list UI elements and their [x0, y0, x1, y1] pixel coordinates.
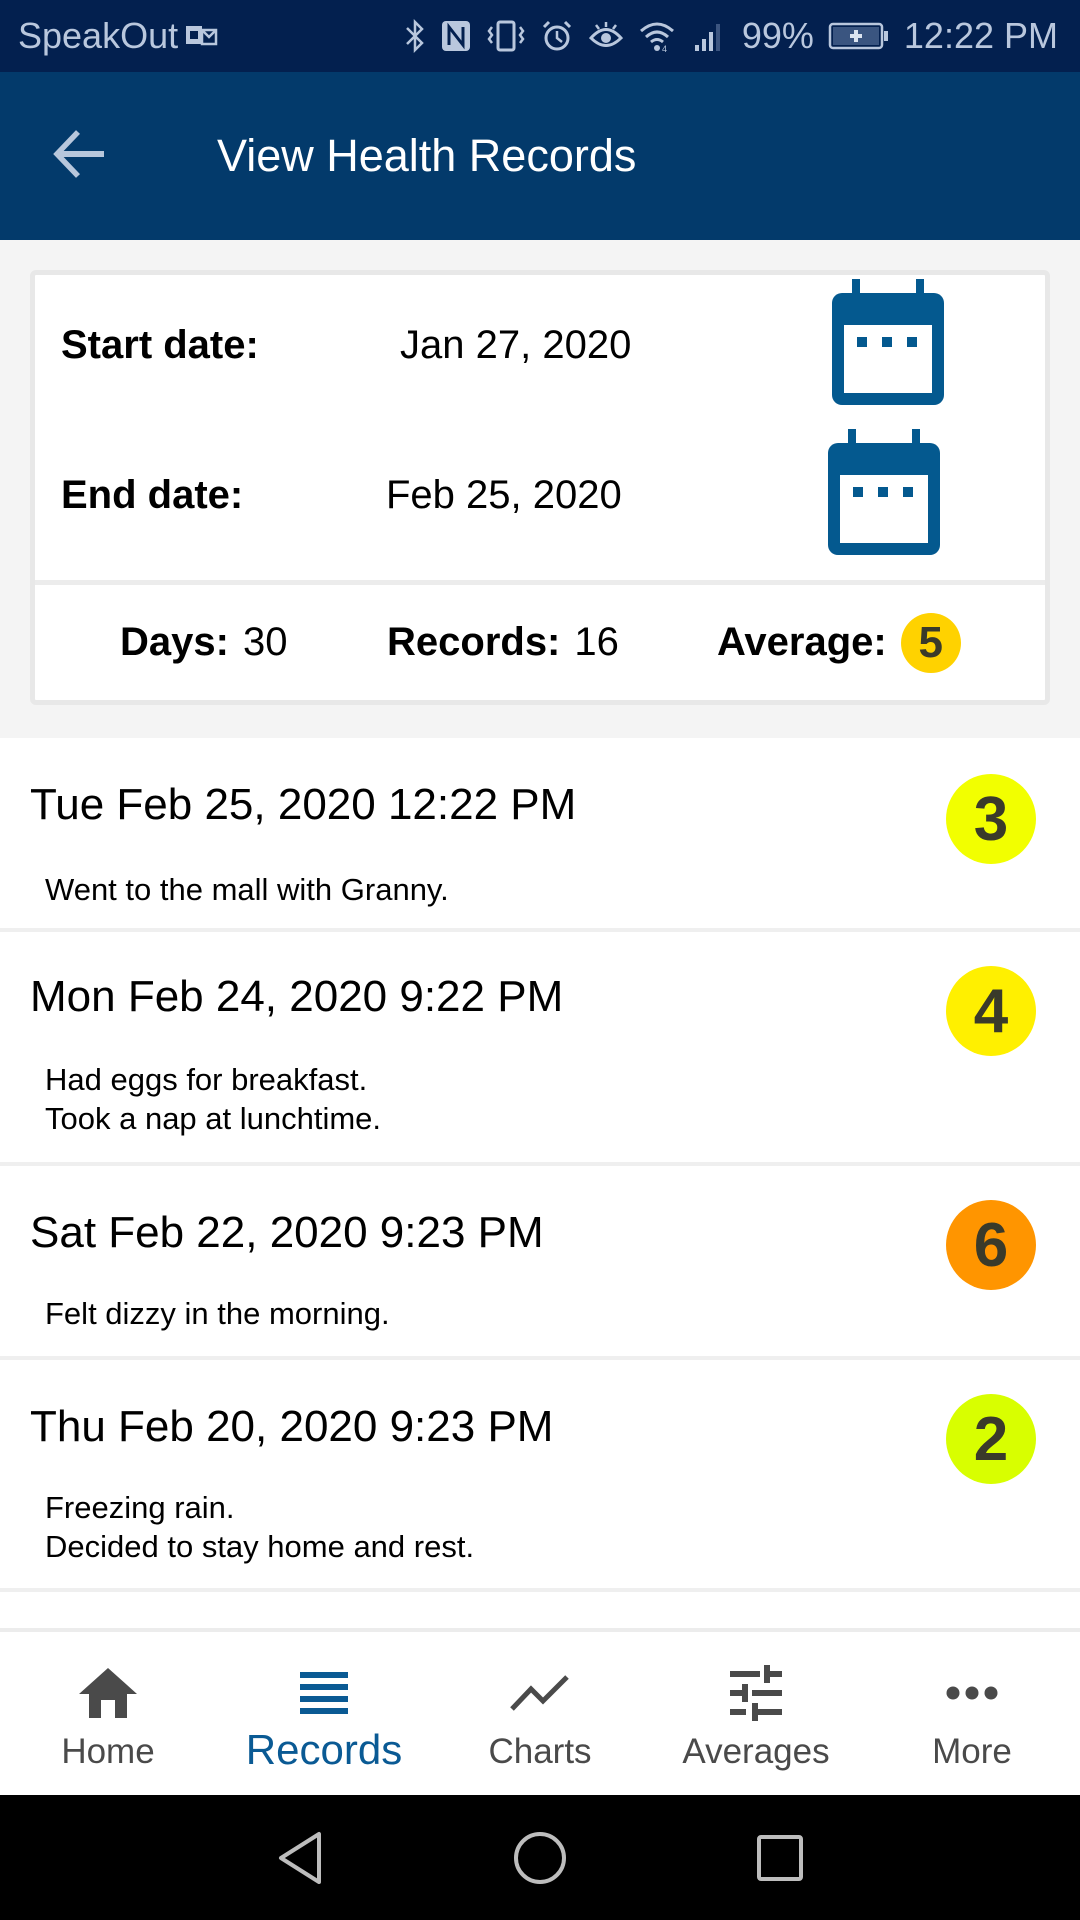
nav-label: More — [932, 1732, 1012, 1771]
nav-records[interactable]: Records — [216, 1632, 432, 1795]
start-date-label: Start date: — [61, 322, 259, 367]
record-note: Had eggs for breakfast. Took a nap at lu… — [45, 1062, 382, 1136]
vibrate-icon — [486, 19, 526, 53]
bottom-navigation: Home Records Charts Averages More — [0, 1628, 1080, 1795]
calendar-icon — [830, 279, 946, 409]
system-back-button[interactable] — [265, 1825, 335, 1895]
days-stat: Days: 30 — [120, 620, 287, 665]
average-badge: 5 — [900, 612, 961, 673]
record-datetime: Tue Feb 25, 2020 12:22 PM — [30, 780, 577, 829]
start-date-picker-button[interactable] — [830, 279, 946, 405]
record-datetime: Sat Feb 22, 2020 9:23 PM — [30, 1208, 544, 1257]
wifi-icon: 4 — [638, 19, 678, 53]
record-note: Freezing rain. Decided to stay home and … — [45, 1490, 475, 1564]
nav-averages[interactable]: Averages — [648, 1632, 864, 1795]
nav-label: Home — [61, 1732, 155, 1771]
sliders-icon — [728, 1660, 784, 1726]
nfc-icon — [440, 19, 472, 53]
days-label: Days: — [120, 620, 229, 664]
arrow-left-icon — [52, 128, 108, 185]
nav-home[interactable]: Home — [0, 1632, 216, 1795]
list-icon — [298, 1660, 350, 1726]
status-app-name: SpeakOut — [18, 15, 179, 56]
nav-charts[interactable]: Charts — [432, 1632, 648, 1795]
home-icon — [77, 1660, 139, 1726]
svg-text:4: 4 — [662, 44, 667, 53]
record-note: Went to the mall with Granny. — [45, 872, 449, 907]
record-item-partial[interactable] — [0, 1592, 1080, 1632]
record-datetime: Thu Feb 20, 2020 9:23 PM — [30, 1402, 554, 1451]
battery-percent: 99% — [741, 15, 814, 56]
score-badge: 4 — [946, 966, 1036, 1056]
nav-label: Records — [245, 1726, 403, 1773]
start-date-value[interactable]: Jan 27, 2020 — [400, 323, 631, 368]
record-item[interactable]: Thu Feb 20, 2020 9:23 PM Freezing rain. … — [0, 1360, 1080, 1592]
back-button[interactable] — [52, 106, 162, 206]
system-navigation-bar — [0, 1795, 1080, 1920]
calendar-icon — [826, 429, 942, 559]
records-value: 16 — [574, 620, 619, 664]
more-horizontal-icon — [946, 1660, 998, 1726]
end-date-label: End date: — [61, 472, 244, 517]
line-chart-icon — [509, 1660, 571, 1726]
days-value: 30 — [242, 620, 288, 664]
score-badge: 3 — [946, 774, 1036, 864]
battery-charging-icon — [828, 21, 890, 51]
records-stat: Records: 16 — [387, 620, 619, 665]
average-label: Average: — [717, 620, 887, 664]
system-recents-button[interactable] — [745, 1825, 815, 1895]
score-badge: 6 — [946, 1200, 1036, 1290]
end-date-picker-button[interactable] — [826, 429, 942, 555]
nav-label: Charts — [488, 1732, 592, 1771]
signal-icon — [692, 19, 728, 53]
status-bar: SpeakOut 4 99% 12:22 PM — [0, 0, 1080, 72]
end-date-value[interactable]: Feb 25, 2020 — [386, 473, 622, 518]
page-title: View Health Records — [217, 130, 637, 181]
record-datetime: Mon Feb 24, 2020 9:22 PM — [30, 972, 564, 1021]
alarm-icon — [540, 19, 574, 53]
record-note: Felt dizzy in the morning. — [45, 1296, 390, 1331]
bluetooth-icon — [404, 19, 426, 53]
average-stat: Average: 5 — [717, 612, 961, 673]
system-home-button[interactable] — [505, 1825, 575, 1895]
nav-more[interactable]: More — [864, 1632, 1080, 1795]
circle-home-icon — [512, 1830, 568, 1891]
outlook-icon — [184, 22, 218, 50]
records-list: Tue Feb 25, 2020 12:22 PM Went to the ma… — [0, 738, 1080, 1632]
date-range-card: Start date: Jan 27, 2020 End date: Feb 2… — [30, 270, 1050, 705]
record-item[interactable]: Sat Feb 22, 2020 9:23 PM Felt dizzy in t… — [0, 1166, 1080, 1360]
square-recents-icon — [755, 1833, 805, 1888]
nav-label: Averages — [682, 1732, 830, 1771]
eye-comfort-icon — [588, 19, 624, 53]
triangle-back-icon — [275, 1830, 325, 1891]
app-bar: View Health Records — [0, 72, 1080, 240]
record-item[interactable]: Mon Feb 24, 2020 9:22 PM Had eggs for br… — [0, 932, 1080, 1166]
score-badge: 2 — [946, 1394, 1036, 1484]
record-item[interactable]: Tue Feb 25, 2020 12:22 PM Went to the ma… — [0, 738, 1080, 932]
stats-row: Days: 30 Records: 16 Average: 5 — [35, 585, 1045, 700]
records-label: Records: — [387, 620, 561, 664]
status-time: 12:22 PM — [903, 15, 1058, 56]
